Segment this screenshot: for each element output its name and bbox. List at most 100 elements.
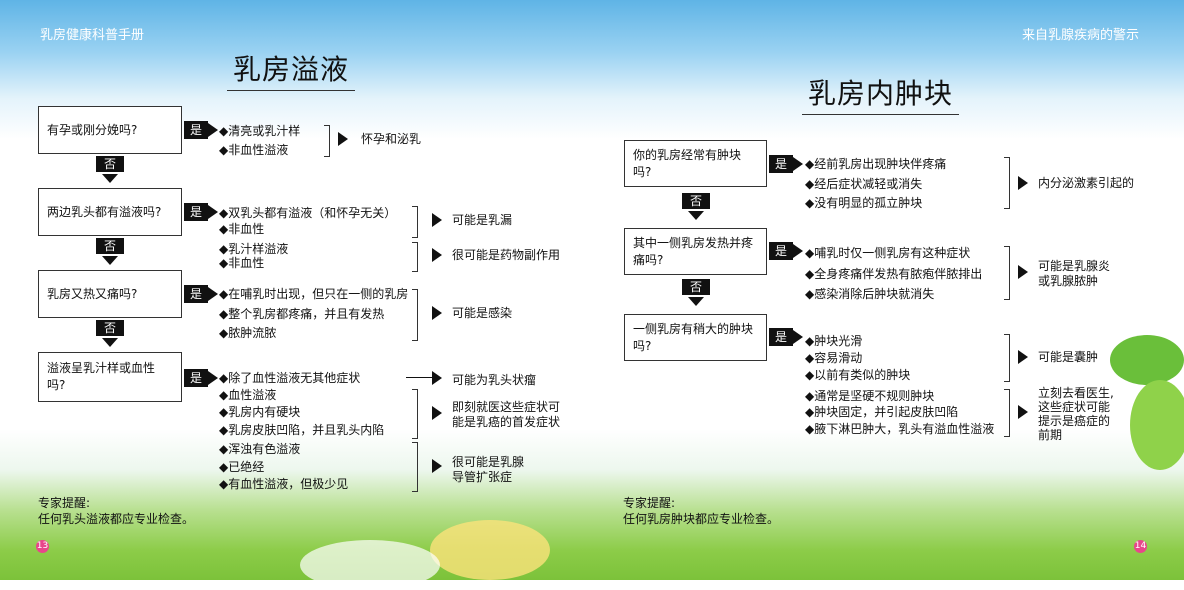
arrow-right-icon (432, 213, 442, 227)
yes-label: 是 (769, 155, 793, 173)
result-text: 立刻去看医生, (1038, 386, 1114, 400)
option-item: ◆有血性溢液，但极少见 (219, 477, 349, 491)
no-label: 否 (682, 279, 710, 295)
bracket (324, 125, 330, 157)
arrow-right-icon (208, 371, 218, 385)
question-box: 你的乳房经常有肿块吗? (624, 140, 767, 187)
arrow-down-icon (102, 338, 118, 347)
no-label: 否 (96, 156, 124, 172)
bracket (412, 389, 418, 439)
result-text: 可能是感染 (452, 306, 513, 320)
question-box: 一侧乳房有稍大的肿块 吗? (624, 314, 767, 361)
yes-label: 是 (184, 369, 208, 387)
header-left: 乳房健康科普手册 (40, 28, 145, 43)
option-item: ◆经前乳房出现肿块伴疼痛 (805, 157, 947, 171)
option-item: ◆以前有类似的肿块 (805, 368, 911, 382)
bracket (412, 206, 418, 238)
option-item: ◆血性溢液 (219, 388, 277, 402)
bracket (1004, 246, 1010, 300)
result-text: 很可能是药物副作用 (452, 248, 561, 262)
arrow-right-icon (793, 157, 803, 171)
option-item: ◆乳汁样溢液 (219, 242, 289, 256)
option-item: ◆哺乳时仅一侧乳房有这种症状 (805, 246, 971, 260)
result-text: 前期 (1038, 428, 1063, 442)
question-text-line: 其中一侧乳房发热并疼 (633, 235, 754, 250)
option-item: ◆清亮或乳汁样 (219, 124, 301, 138)
header-right: 来自乳腺疾病的警示 (1022, 28, 1140, 43)
page-number-badge: 14 (1134, 540, 1147, 553)
option-item: ◆容易滑动 (805, 351, 863, 365)
option-item: ◆非血性溢液 (219, 143, 289, 157)
option-item: ◆肿块光滑 (805, 334, 863, 348)
question-text-line: 一侧乳房有稍大的肿块 (633, 321, 754, 336)
bracket (1004, 389, 1010, 437)
result-text: 或乳腺脓肿 (1038, 274, 1099, 288)
expert-tip-title: 专家提醒: (38, 496, 91, 510)
arrow-right-icon (1018, 405, 1028, 419)
option-item: ◆乳房皮肤凹陷，并且乳头内陷 (219, 423, 385, 437)
option-item: ◆脓肿流脓 (219, 326, 277, 340)
bracket (1004, 334, 1010, 382)
result-text: 可能为乳头状瘤 (452, 373, 537, 387)
arrow-right-icon (432, 306, 442, 320)
bush-decoration (1130, 380, 1184, 470)
no-label: 否 (96, 320, 124, 336)
arrow-right-icon (432, 459, 442, 473)
bracket (412, 289, 418, 341)
arrow-down-icon (102, 256, 118, 265)
option-item: ◆肿块固定，并引起皮肤凹陷 (805, 405, 959, 419)
arrow-right-icon (208, 123, 218, 137)
option-item: ◆感染消除后肿块就消失 (805, 287, 935, 301)
right-page-title: 乳房内肿块 (802, 72, 960, 115)
result-text: 内分泌激素引起的 (1038, 176, 1135, 190)
arrow-right-icon (1018, 265, 1028, 279)
arrow-right-icon (432, 248, 442, 262)
arrow-right-icon (1018, 176, 1028, 190)
question-box: 两边乳头都有溢液吗? (38, 188, 182, 236)
no-label: 否 (96, 238, 124, 254)
bracket (412, 242, 418, 272)
expert-tip-text: 任何乳头溢液都应专业检查。 (38, 512, 195, 526)
arrow-right-icon (793, 244, 803, 258)
question-box: 其中一侧乳房发热并疼 痛吗? (624, 228, 767, 275)
arrow-down-icon (688, 297, 704, 306)
arrow-right-icon (432, 406, 442, 420)
arrow-right-icon (432, 371, 442, 385)
arrow-right-icon (338, 132, 348, 146)
option-item: ◆通常是坚硬不规则肿块 (805, 389, 935, 403)
yes-label: 是 (769, 242, 793, 260)
option-item: ◆浑浊有色溢液 (219, 442, 301, 456)
yes-label: 是 (184, 121, 208, 139)
bush-decoration (1110, 335, 1184, 385)
expert-tip-title: 专家提醒: (623, 496, 676, 510)
yes-label: 是 (184, 203, 208, 221)
option-item: ◆双乳头都有溢液（和怀孕无关） (219, 206, 397, 220)
arrow-right-icon (208, 205, 218, 219)
option-item: ◆没有明显的孤立肿块 (805, 196, 923, 210)
bracket (412, 442, 418, 492)
left-page-title: 乳房溢液 (227, 48, 356, 91)
arrow-right-icon (793, 330, 803, 344)
result-text: 很可能是乳腺 (452, 455, 525, 469)
option-item: ◆腋下淋巴肿大，乳头有溢血性溢液 (805, 422, 995, 436)
question-box: 有孕或刚分娩吗? (38, 106, 182, 154)
result-text: 导管扩张症 (452, 470, 513, 484)
question-box: 溢液呈乳汁样或血性吗? (38, 352, 182, 402)
question-text-line: 吗? (633, 338, 652, 353)
cloud-decoration (300, 540, 440, 590)
page-number-badge: 13 (36, 540, 49, 553)
option-item: ◆除了血性溢液无其他症状 (219, 371, 361, 385)
arrow-down-icon (688, 211, 704, 220)
arrow-right-icon (208, 287, 218, 301)
result-text: 可能是乳腺炎 (1038, 259, 1111, 273)
option-item: ◆非血性 (219, 222, 265, 236)
option-item: ◆非血性 (219, 256, 265, 270)
option-item: ◆在哺乳时出现，但只在一侧的乳房 (219, 287, 409, 301)
option-item: ◆全身疼痛伴发热有脓疱伴脓排出 (805, 267, 983, 281)
result-text: 怀孕和泌乳 (361, 132, 422, 146)
question-text-line: 痛吗? (633, 252, 664, 267)
option-item: ◆乳房内有硬块 (219, 405, 301, 419)
option-item: ◆经后症状减轻或消失 (805, 177, 923, 191)
result-text: 这些症状可能 (1038, 400, 1111, 414)
result-text: 可能是囊肿 (1038, 350, 1099, 364)
